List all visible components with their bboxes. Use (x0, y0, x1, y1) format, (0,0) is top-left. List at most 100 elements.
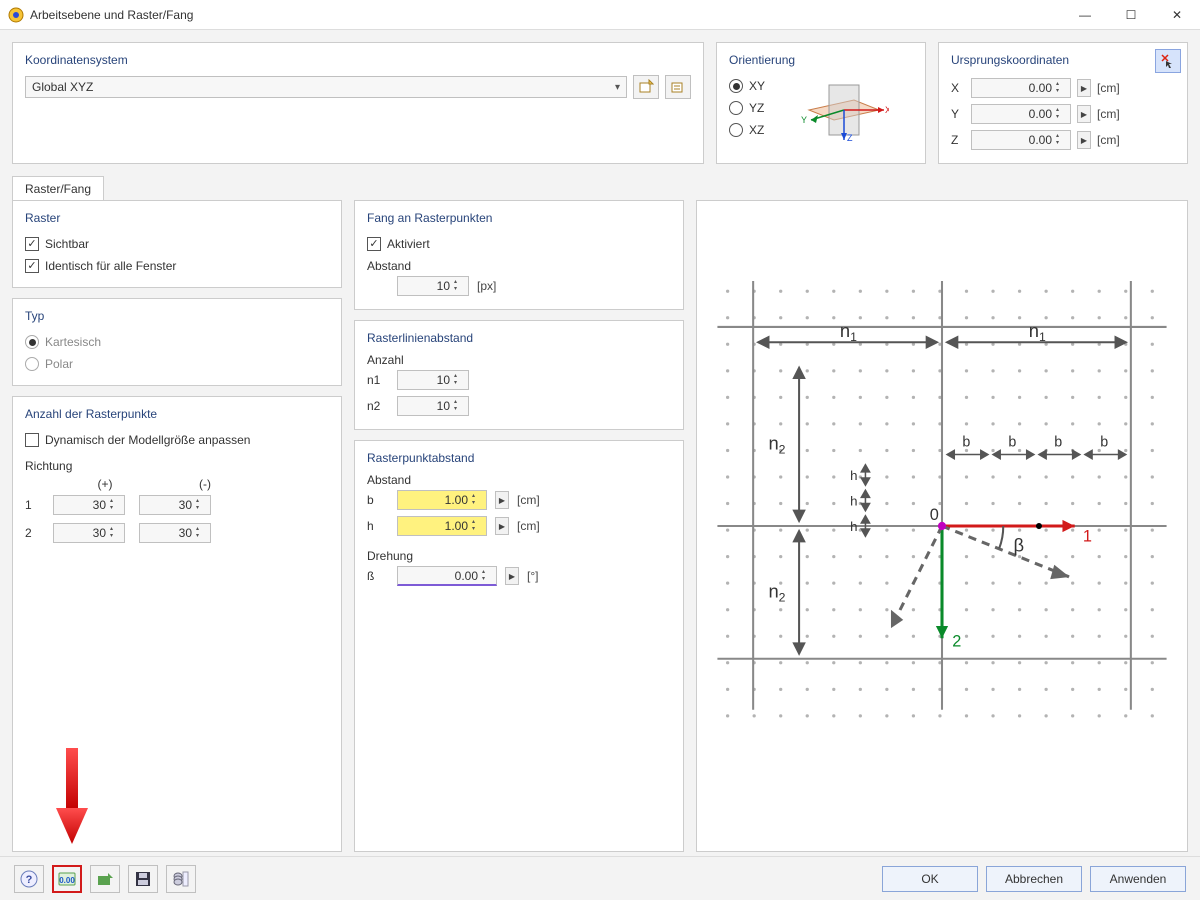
orient-xy-radio[interactable]: XY (729, 75, 765, 97)
spinner-icon[interactable]: ▴▾ (454, 372, 466, 388)
fang-enabled-checkbox[interactable]: Aktiviert (367, 233, 671, 255)
svg-text:b: b (1100, 434, 1108, 450)
raster-title: Raster (25, 211, 329, 225)
svg-text:β: β (1013, 535, 1024, 556)
dir-row-label: 2 (25, 526, 39, 540)
coord-system-dropdown[interactable]: Global XYZ ▾ (25, 76, 627, 98)
anzahl-dynamic-checkbox[interactable]: Dynamisch der Modellgröße anpassen (25, 429, 329, 451)
svg-text:b: b (962, 434, 970, 450)
spinner-icon[interactable]: ▴▾ (1056, 80, 1068, 96)
punkt-beta-stepper[interactable]: ▶ (505, 567, 519, 585)
coord-title: Koordinatensystem (25, 53, 691, 67)
maximize-button[interactable]: ☐ (1108, 0, 1154, 30)
radio-icon (25, 357, 39, 371)
svg-text:?: ? (26, 874, 33, 886)
svg-text:h: h (850, 494, 857, 509)
fang-panel: Fang an Rasterpunkten Aktiviert Abstand … (354, 200, 684, 310)
window-title: Arbeitsebene und Raster/Fang (30, 8, 193, 22)
linien-title: Rasterlinienabstand (367, 331, 671, 345)
svg-text:n2: n2 (768, 432, 785, 456)
raster-panel: Raster Sichtbar Identisch für alle Fenst… (12, 200, 342, 288)
checkbox-icon (25, 433, 39, 447)
svg-text:n1: n1 (840, 320, 857, 344)
punkt-h-input[interactable]: 1.00 ▴▾ (397, 516, 487, 536)
linien-panel: Rasterlinienabstand Anzahl n1 10 ▴▾ n2 1… (354, 320, 684, 430)
svg-text:0: 0 (930, 506, 939, 524)
orientation-axis-preview: X Y Z (775, 75, 913, 145)
origin-panel: Ursprungskoordinaten X 0.00 ▴▾ ▶ [cm] Y … (938, 42, 1188, 164)
orient-xz-radio[interactable]: XZ (729, 119, 765, 141)
spinner-icon[interactable]: ▴▾ (454, 278, 466, 294)
origin-title: Ursprungskoordinaten (951, 53, 1175, 67)
origin-z-input[interactable]: 0.00 ▴▾ (971, 130, 1071, 150)
grid-diagram: n1 n1 n2 n2 (696, 200, 1188, 852)
spinner-icon[interactable]: ▴▾ (110, 525, 122, 541)
spinner-icon[interactable]: ▴▾ (472, 492, 484, 508)
help-button[interactable]: ? (14, 865, 44, 893)
spinner-icon[interactable]: ▴▾ (1056, 106, 1068, 122)
minimize-button[interactable]: — (1062, 0, 1108, 30)
punkt-b-input[interactable]: 1.00 ▴▾ (397, 490, 487, 510)
spinner-icon[interactable]: ▴▾ (1056, 132, 1068, 148)
punkt-panel: Rasterpunktabstand Abstand b 1.00 ▴▾ ▶ [… (354, 440, 684, 852)
typ-polar-radio: Polar (25, 353, 329, 375)
svg-text:2: 2 (952, 632, 961, 650)
save-button[interactable] (128, 865, 158, 893)
title-bar: Arbeitsebene und Raster/Fang — ☐ ✕ (0, 0, 1200, 30)
dir-plus-header: (+) (65, 477, 145, 491)
pick-origin-button[interactable] (1155, 49, 1181, 73)
origin-x-stepper[interactable]: ▶ (1077, 79, 1091, 97)
svg-text:Y: Y (801, 115, 807, 125)
typ-title: Typ (25, 309, 329, 323)
anzahl-title: Anzahl der Rasterpunkte (25, 407, 329, 421)
dir1-minus-input[interactable]: 30 ▴▾ (139, 495, 211, 515)
spinner-icon[interactable]: ▴▾ (196, 525, 208, 541)
close-button[interactable]: ✕ (1154, 0, 1200, 30)
linien-n1-input[interactable]: 10 ▴▾ (397, 370, 469, 390)
punkt-beta-input[interactable]: 0.00 ▴▾ (397, 566, 497, 586)
dir2-minus-input[interactable]: 30 ▴▾ (139, 523, 211, 543)
chevron-down-icon: ▾ (615, 82, 620, 93)
punkt-drehung-label: Drehung (367, 549, 671, 563)
ok-button[interactable]: OK (882, 866, 978, 892)
raster-identical-checkbox[interactable]: Identisch für alle Fenster (25, 255, 329, 277)
cancel-button[interactable]: Abbrechen (986, 866, 1082, 892)
radio-icon (25, 335, 39, 349)
typ-panel: Typ Kartesisch Polar (12, 298, 342, 386)
linien-n2-input[interactable]: 10 ▴▾ (397, 396, 469, 416)
raster-visible-checkbox[interactable]: Sichtbar (25, 233, 329, 255)
svg-text:X: X (885, 105, 889, 115)
settings-button[interactable] (166, 865, 196, 893)
linien-anzahl-label: Anzahl (367, 353, 671, 367)
checkbox-icon (25, 237, 39, 251)
import-button[interactable] (90, 865, 120, 893)
origin-z-stepper[interactable]: ▶ (1077, 131, 1091, 149)
spinner-icon[interactable]: ▴▾ (472, 518, 484, 534)
punkt-h-stepper[interactable]: ▶ (495, 517, 509, 535)
origin-y-stepper[interactable]: ▶ (1077, 105, 1091, 123)
coord-system-panel: Koordinatensystem Global XYZ ▾ (12, 42, 704, 164)
spinner-icon[interactable]: ▴▾ (196, 497, 208, 513)
spinner-icon[interactable]: ▴▾ (454, 398, 466, 414)
app-icon (8, 7, 24, 23)
orient-yz-radio[interactable]: YZ (729, 97, 765, 119)
spinner-icon[interactable]: ▴▾ (110, 497, 122, 513)
new-coord-system-button[interactable] (633, 75, 659, 99)
dir2-plus-input[interactable]: 30 ▴▾ (53, 523, 125, 543)
svg-text:0.00: 0.00 (59, 876, 75, 885)
coord-system-selected: Global XYZ (32, 80, 93, 94)
orientation-title: Orientierung (729, 53, 913, 67)
fang-abstand-input[interactable]: 10 ▴▾ (397, 276, 469, 296)
apply-button[interactable]: Anwenden (1090, 866, 1186, 892)
dir1-plus-input[interactable]: 30 ▴▾ (53, 495, 125, 515)
svg-text:b: b (1008, 434, 1016, 450)
origin-x-input[interactable]: 0.00 ▴▾ (971, 78, 1071, 98)
punkt-b-stepper[interactable]: ▶ (495, 491, 509, 509)
units-button[interactable]: 0.00 (52, 865, 82, 893)
edit-coord-system-button[interactable] (665, 75, 691, 99)
radio-icon (729, 101, 743, 115)
origin-z-label: Z (951, 133, 965, 147)
tab-rasterfang[interactable]: Raster/Fang (12, 176, 104, 200)
origin-y-input[interactable]: 0.00 ▴▾ (971, 104, 1071, 124)
spinner-icon[interactable]: ▴▾ (482, 568, 494, 583)
